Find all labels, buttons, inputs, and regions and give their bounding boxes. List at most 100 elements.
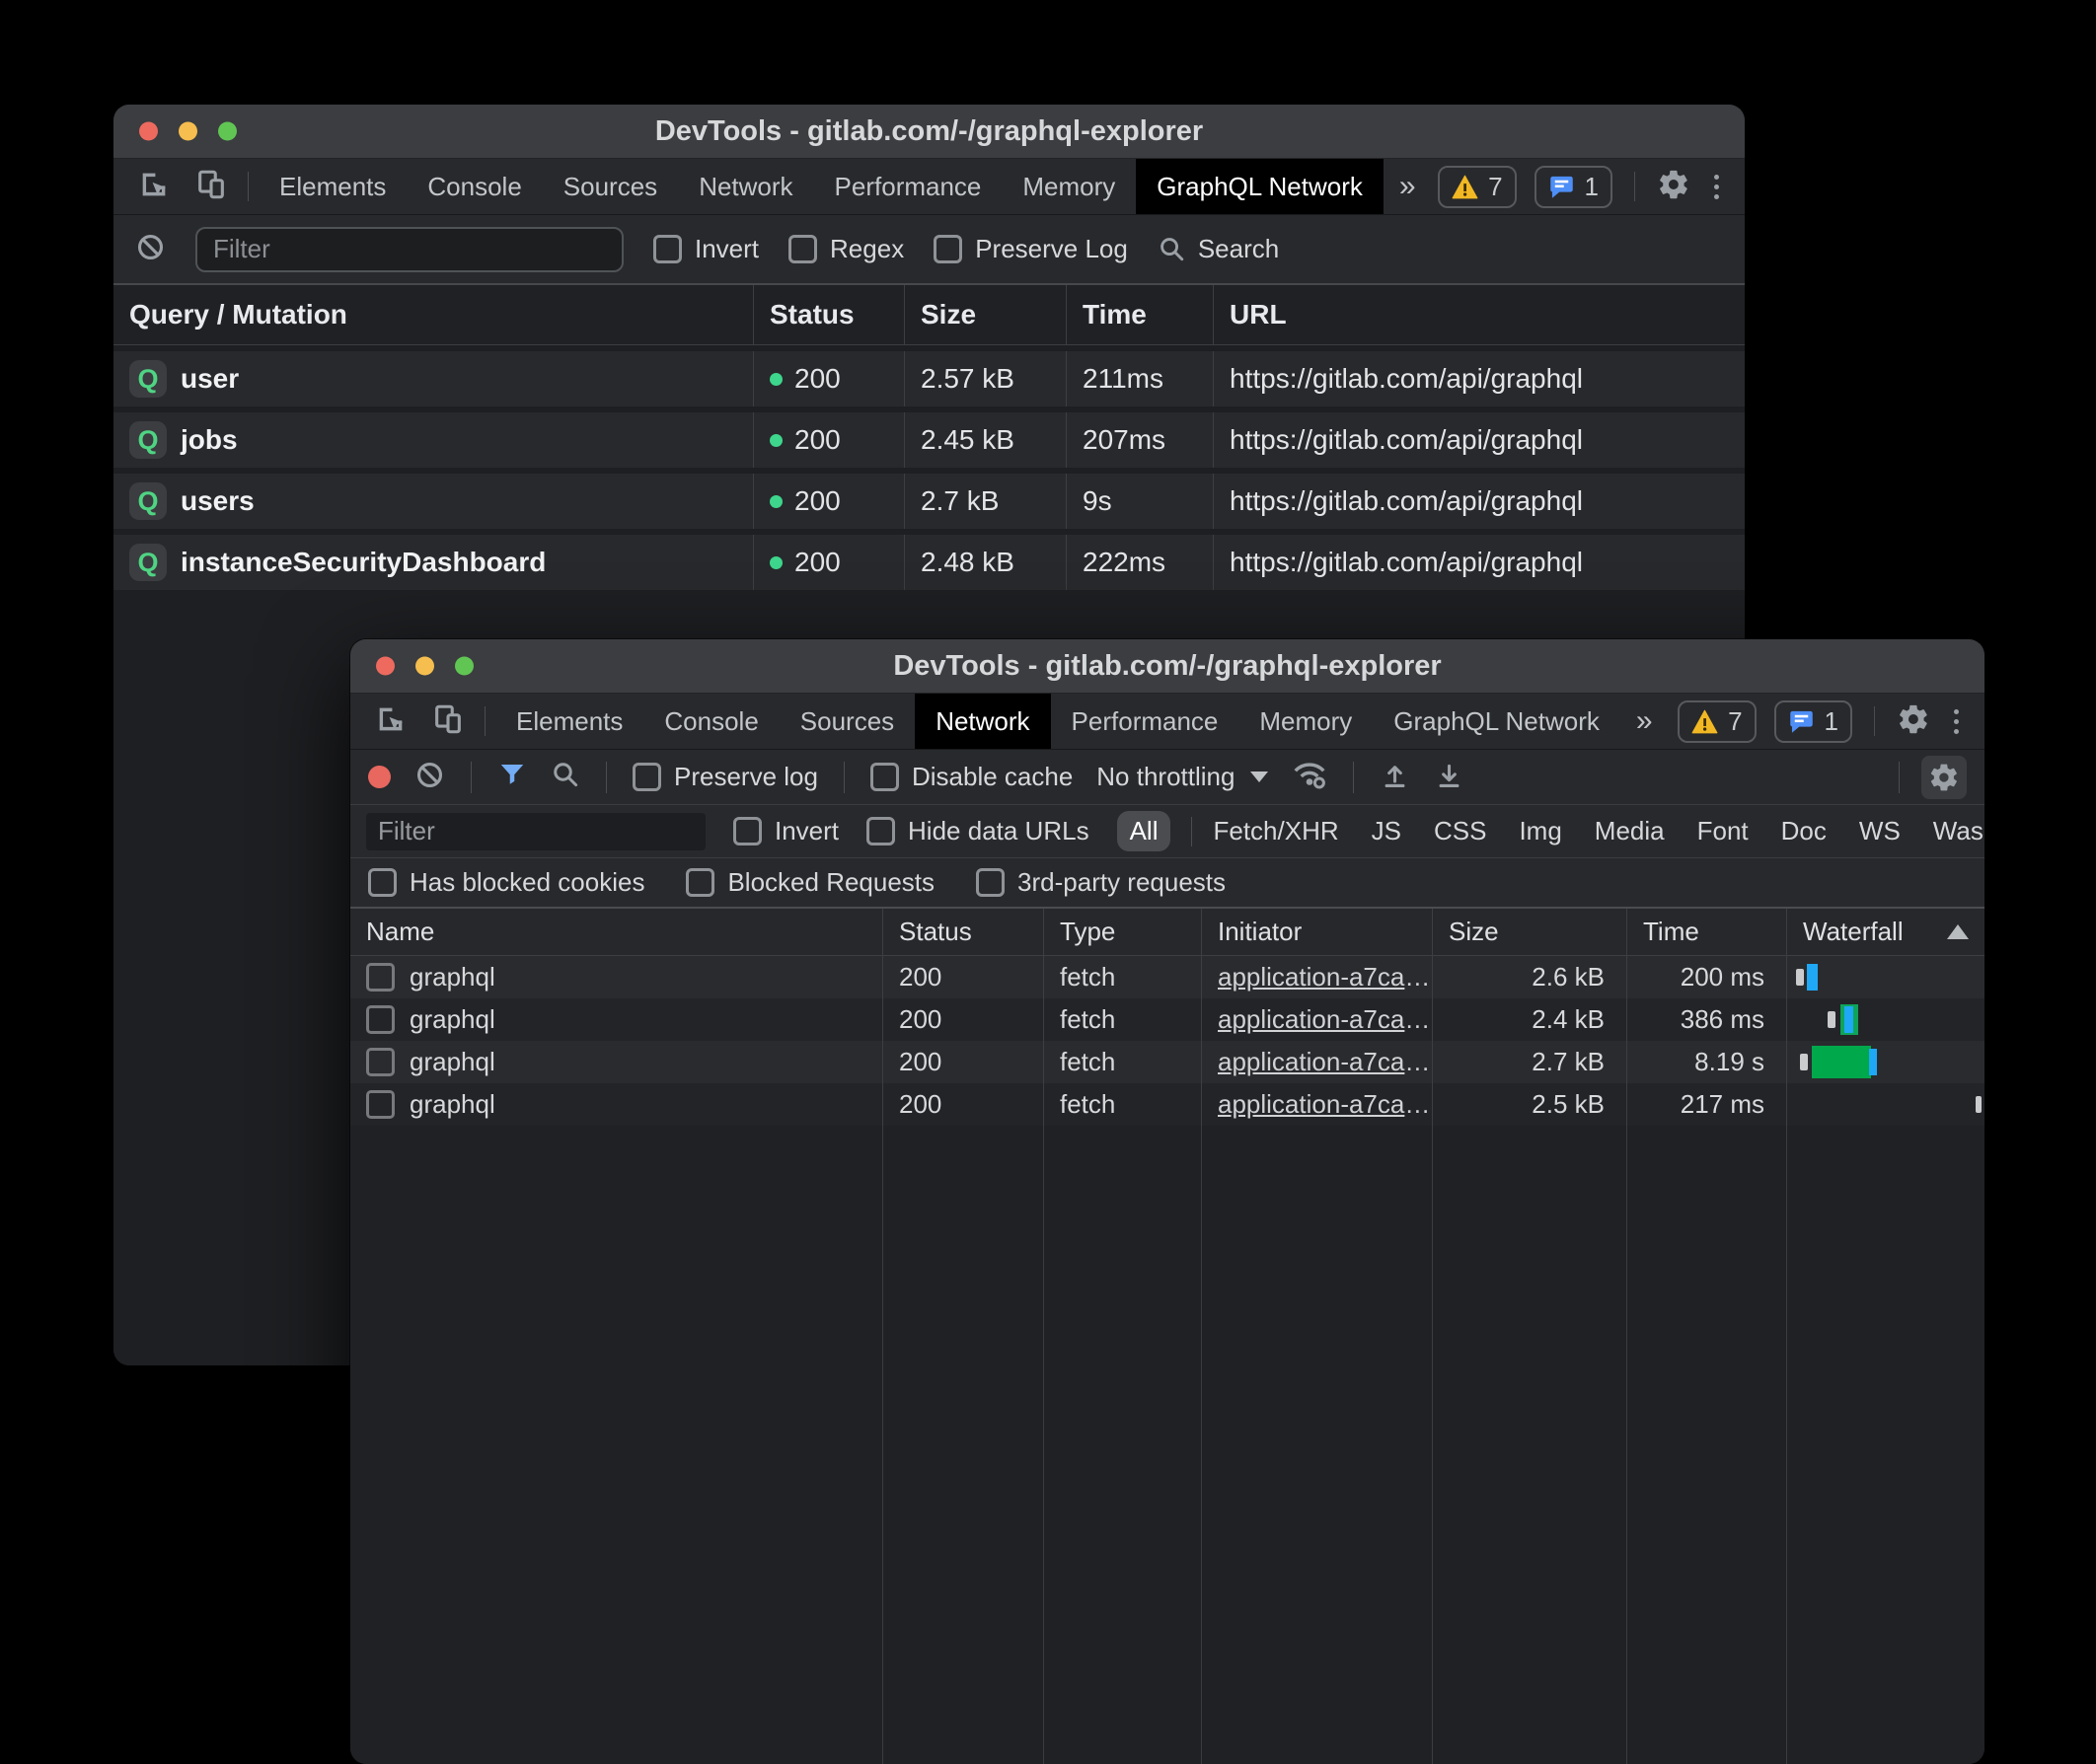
tab-console[interactable]: Console bbox=[407, 159, 542, 214]
invert-checkbox[interactable] bbox=[653, 235, 682, 263]
initiator-link[interactable]: application-a7ca9d0… bbox=[1218, 1089, 1432, 1120]
tab-elements[interactable]: Elements bbox=[259, 159, 407, 214]
type-filter-css[interactable]: CSS bbox=[1434, 816, 1486, 846]
settings-gear-icon[interactable] bbox=[1897, 702, 1930, 741]
row-checkbox[interactable] bbox=[366, 1048, 395, 1076]
type-filter-all[interactable]: All bbox=[1117, 811, 1171, 851]
inspect-element-icon[interactable] bbox=[374, 702, 408, 741]
network-settings-gear-button[interactable] bbox=[1921, 756, 1967, 799]
tab-performance[interactable]: Performance bbox=[1051, 694, 1239, 749]
messages-badge[interactable]: 1 bbox=[1535, 166, 1612, 208]
hide-data-urls-checkbox[interactable] bbox=[866, 817, 895, 845]
regex-checkbox[interactable] bbox=[788, 235, 817, 263]
column-header-waterfall[interactable]: Waterfall bbox=[1786, 909, 1984, 955]
filter-funnel-icon[interactable] bbox=[497, 760, 527, 794]
throttling-dropdown[interactable]: No throttling bbox=[1096, 762, 1268, 792]
invert-checkbox[interactable] bbox=[733, 817, 762, 845]
device-toolbar-icon[interactable] bbox=[431, 702, 465, 741]
column-header-name[interactable]: Name bbox=[350, 909, 882, 955]
block-icon[interactable] bbox=[135, 232, 166, 267]
status-ok-dot bbox=[770, 495, 783, 508]
tab-console[interactable]: Console bbox=[643, 694, 779, 749]
messages-badge[interactable]: 1 bbox=[1774, 700, 1852, 743]
column-header-time[interactable]: Time bbox=[1626, 909, 1786, 955]
preserve-log-checkbox[interactable] bbox=[633, 763, 661, 791]
blocked-requests-checkbox[interactable] bbox=[686, 868, 714, 897]
column-header-initiator[interactable]: Initiator bbox=[1201, 909, 1432, 955]
graphql-filter-input[interactable] bbox=[195, 227, 624, 272]
tab-memory[interactable]: Memory bbox=[1238, 694, 1373, 749]
type-filter-doc[interactable]: Doc bbox=[1781, 816, 1827, 846]
type-filter-img[interactable]: Img bbox=[1519, 816, 1561, 846]
close-window-button[interactable] bbox=[139, 122, 158, 141]
type-filter-font[interactable]: Font bbox=[1697, 816, 1749, 846]
zoom-window-button[interactable] bbox=[455, 657, 474, 676]
column-header-size[interactable]: Size bbox=[904, 285, 1066, 344]
minimize-window-button[interactable] bbox=[415, 657, 434, 676]
initiator-link[interactable]: application-a7ca9d0… bbox=[1218, 1004, 1432, 1035]
record-network-log-button[interactable] bbox=[368, 766, 391, 788]
network-filter-input[interactable] bbox=[366, 813, 706, 850]
tab-network[interactable]: Network bbox=[678, 159, 813, 214]
search-icon[interactable] bbox=[551, 760, 580, 794]
third-party-requests-checkbox[interactable] bbox=[976, 868, 1005, 897]
row-checkbox[interactable] bbox=[366, 1005, 395, 1034]
table-row[interactable]: Qjobs 200 2.45 kB 207ms https://gitlab.c… bbox=[113, 412, 1745, 468]
inspect-element-icon[interactable] bbox=[137, 168, 171, 206]
tab-memory[interactable]: Memory bbox=[1002, 159, 1136, 214]
tab-performance[interactable]: Performance bbox=[814, 159, 1003, 214]
settings-gear-icon[interactable] bbox=[1657, 168, 1690, 206]
tab-sources[interactable]: Sources bbox=[780, 694, 915, 749]
column-header-status[interactable]: Status bbox=[882, 909, 1043, 955]
close-window-button[interactable] bbox=[376, 657, 395, 676]
preserve-log-checkbox[interactable] bbox=[934, 235, 962, 263]
initiator-link[interactable]: application-a7ca9d0… bbox=[1218, 962, 1432, 992]
warning-icon bbox=[1691, 709, 1718, 734]
more-options-icon[interactable] bbox=[1708, 175, 1725, 199]
column-header-size[interactable]: Size bbox=[1432, 909, 1626, 955]
warnings-badge[interactable]: 7 bbox=[1678, 700, 1756, 743]
column-header-query-mutation[interactable]: Query / Mutation bbox=[113, 285, 753, 344]
table-row[interactable]: Qusers 200 2.7 kB 9s https://gitlab.com/… bbox=[113, 474, 1745, 529]
network-conditions-icon[interactable] bbox=[1292, 759, 1327, 795]
row-checkbox[interactable] bbox=[366, 963, 395, 992]
tab-graphql-network[interactable]: GraphQL Network bbox=[1373, 694, 1620, 749]
export-har-icon[interactable] bbox=[1434, 760, 1464, 795]
tab-sources[interactable]: Sources bbox=[543, 159, 678, 214]
type-filter-fetch-xhr[interactable]: Fetch/XHR bbox=[1213, 816, 1338, 846]
tab-graphql-network[interactable]: GraphQL Network bbox=[1136, 159, 1384, 214]
column-header-status[interactable]: Status bbox=[753, 285, 904, 344]
table-row[interactable]: QinstanceSecurityDashboard 200 2.48 kB 2… bbox=[113, 535, 1745, 590]
type-value: fetch bbox=[1043, 1083, 1201, 1126]
clear-network-log-icon[interactable] bbox=[414, 760, 445, 795]
row-checkbox[interactable] bbox=[366, 1090, 395, 1119]
has-blocked-cookies-checkbox[interactable] bbox=[368, 868, 397, 897]
table-row[interactable]: graphql 200 fetch application-a7ca9d0… 2… bbox=[350, 1041, 1984, 1083]
initiator-link[interactable]: application-a7ca9d0… bbox=[1218, 1047, 1432, 1077]
minimize-window-button[interactable] bbox=[179, 122, 197, 141]
column-header-type[interactable]: Type bbox=[1043, 909, 1201, 955]
device-toolbar-icon[interactable] bbox=[194, 168, 228, 206]
table-row[interactable]: graphql 200 fetch application-a7ca9d0… 2… bbox=[350, 956, 1984, 998]
more-tabs-button[interactable]: » bbox=[1620, 694, 1669, 749]
search-group[interactable]: Search bbox=[1158, 234, 1279, 264]
table-row[interactable]: Quser 200 2.57 kB 211ms https://gitlab.c… bbox=[113, 351, 1745, 406]
tab-network[interactable]: Network bbox=[915, 694, 1050, 749]
table-row[interactable]: graphql 200 fetch application-a7ca9d0… 2… bbox=[350, 998, 1984, 1041]
status-ok-dot bbox=[770, 434, 783, 447]
query-icon: Q bbox=[129, 421, 167, 459]
column-header-url[interactable]: URL bbox=[1213, 285, 1745, 344]
more-tabs-button[interactable]: » bbox=[1384, 159, 1432, 214]
warnings-badge[interactable]: 7 bbox=[1438, 166, 1516, 208]
tab-elements[interactable]: Elements bbox=[495, 694, 643, 749]
zoom-window-button[interactable] bbox=[218, 122, 237, 141]
column-header-time[interactable]: Time bbox=[1066, 285, 1213, 344]
more-options-icon[interactable] bbox=[1948, 709, 1965, 734]
type-filter-wasm[interactable]: Wasm bbox=[1933, 816, 1984, 846]
type-filter-ws[interactable]: WS bbox=[1859, 816, 1901, 846]
type-filter-media[interactable]: Media bbox=[1595, 816, 1665, 846]
import-har-icon[interactable] bbox=[1380, 760, 1410, 795]
type-filter-js[interactable]: JS bbox=[1372, 816, 1401, 846]
table-row[interactable]: graphql 200 fetch application-a7ca9d0… 2… bbox=[350, 1083, 1984, 1126]
disable-cache-checkbox[interactable] bbox=[870, 763, 899, 791]
